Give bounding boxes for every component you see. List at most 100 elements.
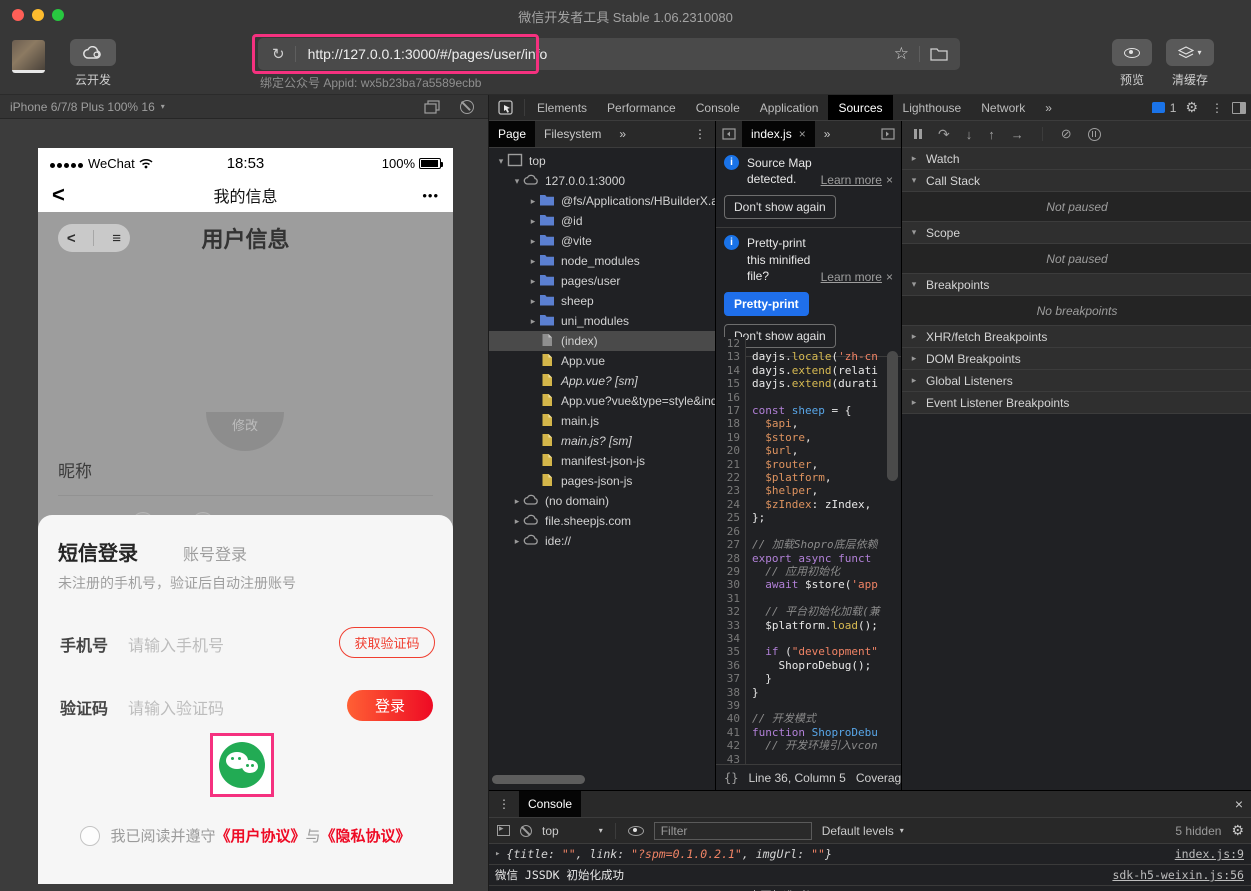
expander-icon[interactable]: ▸ bbox=[527, 276, 539, 287]
verify-code-input[interactable]: 请输入验证码 bbox=[128, 695, 224, 719]
issues-count[interactable]: 1 bbox=[1170, 101, 1177, 115]
code-line[interactable]: 26 bbox=[716, 525, 901, 538]
show-debugger-icon[interactable] bbox=[875, 121, 901, 147]
vertical-scrollbar[interactable] bbox=[887, 351, 898, 481]
code-line[interactable]: 36 ShoproDebug(); bbox=[716, 659, 901, 672]
debugger-section-dom-breakpoints[interactable]: ▸DOM Breakpoints bbox=[902, 348, 1251, 370]
code-line[interactable]: 28export async funct bbox=[716, 552, 901, 565]
editor-tab-indexjs[interactable]: index.js × bbox=[742, 121, 815, 147]
close-icon[interactable]: × bbox=[1226, 791, 1251, 817]
debugger-section-breakpoints[interactable]: ▾Breakpoints bbox=[902, 274, 1251, 296]
expander-icon[interactable]: ▸ bbox=[511, 536, 523, 547]
disable-icon[interactable] bbox=[460, 100, 474, 114]
tree-item--index-[interactable]: (index) bbox=[489, 331, 715, 351]
tree-item-manifest-json-js[interactable]: manifest-json-js bbox=[489, 451, 715, 471]
devtools-tab-sources[interactable]: Sources bbox=[828, 95, 892, 120]
devtools-tab-performance[interactable]: Performance bbox=[597, 95, 686, 120]
wechat-icon[interactable] bbox=[219, 742, 265, 788]
expander-icon[interactable]: ▸ bbox=[908, 353, 920, 364]
line-number[interactable]: 38 bbox=[716, 686, 746, 699]
console-log-row[interactable]: 微信 JSSDK 初始化成功sdk-h5-weixin.js:56 bbox=[489, 865, 1251, 886]
code-line[interactable]: 18 $api, bbox=[716, 417, 901, 430]
code-line[interactable]: 38} bbox=[716, 686, 901, 699]
debugger-section-watch[interactable]: ▸Watch bbox=[902, 148, 1251, 170]
line-number[interactable]: 27 bbox=[716, 538, 746, 551]
source-location-link[interactable]: index.js:9 bbox=[1175, 847, 1244, 861]
line-number[interactable]: 17 bbox=[716, 404, 746, 417]
devtools-tab-elements[interactable]: Elements bbox=[527, 95, 597, 120]
console-filter-input[interactable] bbox=[654, 822, 812, 840]
line-number[interactable]: 37 bbox=[716, 672, 746, 685]
clear-console-icon[interactable] bbox=[520, 825, 532, 837]
code-line[interactable]: 13dayjs.locale('zh-cn bbox=[716, 350, 901, 363]
code-line[interactable]: 21 $router, bbox=[716, 458, 901, 471]
code-view[interactable]: 1213dayjs.locale('zh-cn14dayjs.extend(re… bbox=[716, 337, 901, 764]
console-sidebar-icon[interactable] bbox=[497, 825, 510, 836]
code-line[interactable]: 16 bbox=[716, 391, 901, 404]
tab-page[interactable]: Page bbox=[489, 121, 535, 147]
expander-icon[interactable]: ▸ bbox=[495, 849, 500, 859]
code-line[interactable]: 29 // 应用初始化 bbox=[716, 565, 901, 578]
line-number[interactable]: 21 bbox=[716, 458, 746, 471]
devtools-tab-network[interactable]: Network bbox=[971, 95, 1035, 120]
step-over-icon[interactable]: ↷ bbox=[938, 126, 950, 143]
expander-icon[interactable]: ▸ bbox=[908, 397, 920, 408]
tree-item-file-sheepjs-com[interactable]: ▸file.sheepjs.com bbox=[489, 511, 715, 531]
line-number[interactable]: 16 bbox=[716, 391, 746, 404]
expander-icon[interactable]: ▾ bbox=[908, 279, 920, 290]
expander-icon[interactable]: ▸ bbox=[908, 375, 920, 386]
code-line[interactable]: 33 $platform.load(); bbox=[716, 619, 901, 632]
code-line[interactable]: 37 } bbox=[716, 672, 901, 685]
dock-side-icon[interactable] bbox=[1232, 102, 1246, 114]
code-line[interactable]: 19 $store, bbox=[716, 431, 901, 444]
folder-open-icon[interactable] bbox=[930, 47, 948, 61]
reload-icon[interactable]: ↻ bbox=[272, 45, 285, 63]
line-number[interactable]: 30 bbox=[716, 578, 746, 591]
tree-item-app-vue-sm-[interactable]: App.vue? [sm] bbox=[489, 371, 715, 391]
code-line[interactable]: 43 bbox=[716, 753, 901, 764]
star-icon[interactable]: ☆ bbox=[894, 44, 909, 64]
tree-item-main-js-sm-[interactable]: main.js? [sm] bbox=[489, 431, 715, 451]
dont-show-again-button[interactable]: Don't show again bbox=[724, 195, 836, 219]
log-levels-selector[interactable]: Default levels ▾ bbox=[822, 824, 904, 838]
line-number[interactable]: 24 bbox=[716, 498, 746, 511]
code-line[interactable]: 42 // 开发环境引入vcon bbox=[716, 739, 901, 752]
pretty-print-button[interactable]: Pretty-print bbox=[724, 292, 809, 316]
expander-icon[interactable]: ▸ bbox=[527, 316, 539, 327]
source-location-link[interactable]: sdk-h5-weixin.js:56 bbox=[1112, 868, 1244, 882]
debugger-section-global-listeners[interactable]: ▸Global Listeners bbox=[902, 370, 1251, 392]
line-number[interactable]: 12 bbox=[716, 337, 746, 350]
multi-window-icon[interactable] bbox=[424, 100, 440, 114]
tree-item-pages-user[interactable]: ▸pages/user bbox=[489, 271, 715, 291]
expander-icon[interactable]: ▸ bbox=[527, 256, 539, 267]
debugger-section-scope[interactable]: ▾Scope bbox=[902, 222, 1251, 244]
code-line[interactable]: 14dayjs.extend(relati bbox=[716, 364, 901, 377]
line-number[interactable]: 19 bbox=[716, 431, 746, 444]
line-number[interactable]: 32 bbox=[716, 605, 746, 618]
learn-more-link[interactable]: Learn more bbox=[821, 270, 882, 284]
tree-item-app-vue-vue-type-style-inde[interactable]: App.vue?vue&type=style&inde bbox=[489, 391, 715, 411]
line-number[interactable]: 40 bbox=[716, 712, 746, 725]
close-icon[interactable]: × bbox=[886, 173, 893, 187]
expander-icon[interactable]: ▸ bbox=[527, 296, 539, 307]
tab-account-login[interactable]: 账号登录 bbox=[183, 541, 247, 565]
preview-button[interactable] bbox=[1112, 39, 1152, 66]
code-line[interactable]: 34 bbox=[716, 632, 901, 645]
phone-number-input[interactable]: 请输入手机号 bbox=[128, 632, 224, 656]
console-log-row[interactable]: ▾Sun Dec 24 2023 18:51:37 GMT+0800 (中国标准… bbox=[489, 886, 1251, 891]
line-number[interactable]: 39 bbox=[716, 699, 746, 712]
code-line[interactable]: 40// 开发模式 bbox=[716, 712, 901, 725]
code-line[interactable]: 24 $zIndex: zIndex, bbox=[716, 498, 901, 511]
code-line[interactable]: 27// 加载Shopro底层依赖 bbox=[716, 538, 901, 551]
horizontal-scrollbar[interactable] bbox=[492, 775, 585, 784]
line-number[interactable]: 42 bbox=[716, 739, 746, 752]
code-line[interactable]: 32 // 平台初始化加载(兼 bbox=[716, 605, 901, 618]
tree-item--vite[interactable]: ▸@vite bbox=[489, 231, 715, 251]
code-line[interactable]: 12 bbox=[716, 337, 901, 350]
code-line[interactable]: 30 await $store('app bbox=[716, 578, 901, 591]
devtools-tab-lighthouse[interactable]: Lighthouse bbox=[893, 95, 972, 120]
agreement-radio[interactable] bbox=[80, 826, 100, 846]
tree-item-app-vue[interactable]: App.vue bbox=[489, 351, 715, 371]
line-number[interactable]: 43 bbox=[716, 753, 746, 764]
live-expression-icon[interactable] bbox=[628, 826, 644, 836]
